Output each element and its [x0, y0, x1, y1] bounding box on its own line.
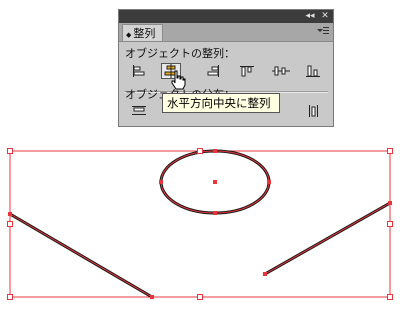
align-top-button[interactable]	[237, 63, 257, 79]
align-right-edge-icon	[207, 65, 219, 77]
bounding-box-handles[interactable]	[7, 148, 393, 300]
align-left-button[interactable]	[129, 63, 149, 79]
align-left-edge-icon	[133, 65, 145, 77]
tab-toggle-icon[interactable]: ◆	[126, 31, 131, 39]
right-line-shape[interactable]	[263, 201, 392, 276]
distribute-top-button[interactable]	[129, 103, 149, 119]
panel-menu-button[interactable]	[317, 26, 329, 38]
align-bottom-edge-icon	[306, 65, 320, 77]
align-objects-label: オブジェクトの整列：	[125, 47, 235, 60]
distribute-right-icon	[309, 105, 318, 117]
selection-bounding-box	[9, 150, 391, 298]
align-objects-buttons	[127, 63, 327, 81]
align-vertical-center-icon	[272, 66, 290, 76]
align-vertical-center-button[interactable]	[271, 63, 291, 79]
hand-cursor-icon	[171, 70, 186, 90]
align-bottom-button[interactable]	[303, 63, 323, 79]
distribute-top-icon	[132, 106, 146, 115]
tooltip: 水平方向中央に整列	[162, 93, 280, 113]
ellipse-shape[interactable]	[159, 149, 271, 215]
panel-titlebar[interactable]: ◂◂ ✕	[119, 10, 333, 23]
panel-menu-icon	[317, 27, 329, 34]
align-right-button[interactable]	[203, 63, 223, 79]
tab-align[interactable]: ◆ 整列	[122, 24, 163, 41]
collapse-panel-button[interactable]: ◂◂	[303, 10, 317, 23]
panel-tab-row: ◆ 整列	[119, 23, 333, 42]
left-line-shape[interactable]	[8, 212, 154, 299]
align-top-edge-icon	[240, 66, 254, 77]
tab-align-label: 整列	[133, 27, 156, 40]
close-panel-button[interactable]: ✕	[318, 10, 332, 23]
distribute-right-button[interactable]	[303, 103, 323, 119]
